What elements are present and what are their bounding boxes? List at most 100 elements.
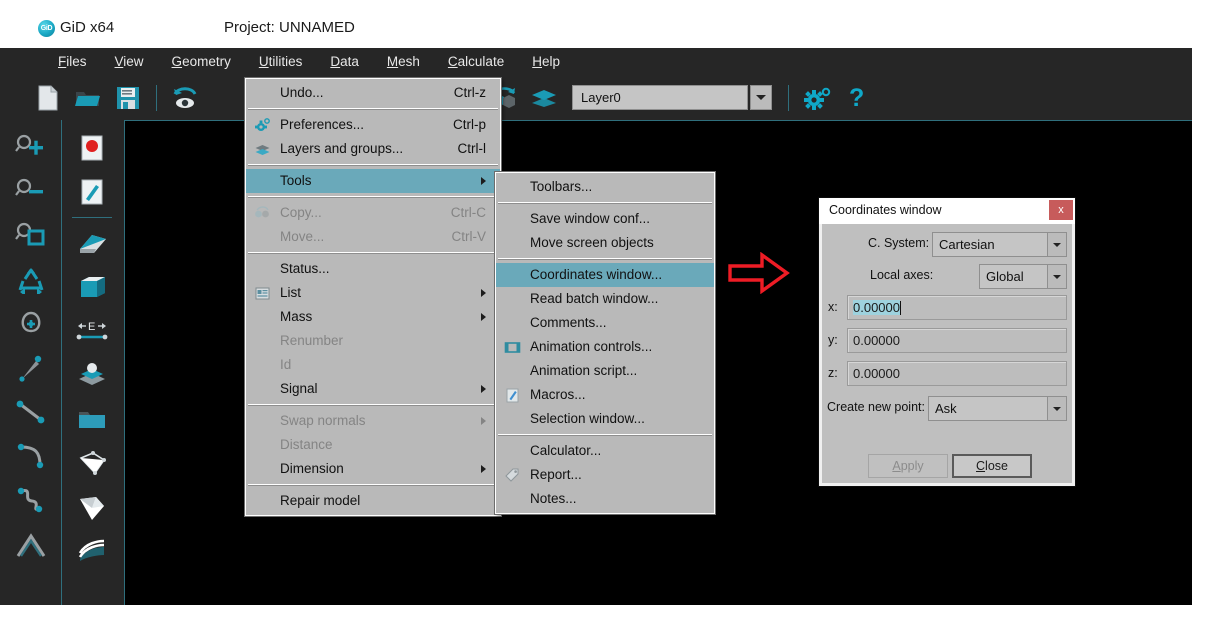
- tools-item-selection-window[interactable]: Selection window...: [496, 407, 714, 431]
- menu-item-tools[interactable]: Tools: [246, 169, 500, 193]
- preferences-gear-icon: [254, 117, 271, 134]
- undo-eye-icon[interactable]: [165, 80, 205, 116]
- create-new-point-chevron-down-icon[interactable]: [1047, 396, 1067, 421]
- tools-item-coordinates-window[interactable]: Coordinates window...: [496, 263, 714, 287]
- tools-item-animation-controls[interactable]: Animation controls...: [496, 335, 714, 359]
- mesh-solid-icon[interactable]: [69, 485, 115, 529]
- layers-icon[interactable]: [524, 80, 564, 116]
- localaxes-chevron-down-icon[interactable]: [1047, 264, 1067, 289]
- menubar-item-help[interactable]: Help: [518, 48, 574, 76]
- gear-degree-icon[interactable]: [797, 80, 837, 116]
- tools-item-comments[interactable]: Comments...: [496, 311, 714, 335]
- create-new-point-label: Create new point:: [827, 400, 925, 414]
- menubar-item-geometry[interactable]: Geometry: [158, 48, 245, 76]
- menu-item-signal[interactable]: Signal: [246, 377, 500, 401]
- menu-item-label: Id: [280, 357, 292, 372]
- tools-item-calculator[interactable]: Calculator...: [496, 439, 714, 463]
- menu-item-repair-model[interactable]: Repair model: [246, 489, 500, 513]
- create-new-point-select[interactable]: Ask: [928, 396, 1067, 421]
- menu-item-id: Id: [246, 353, 500, 377]
- contour-surface-icon[interactable]: [69, 353, 115, 397]
- tools-submenu[interactable]: Toolbars... Save window conf... Move scree…: [494, 171, 716, 515]
- menu-bar: Files View Geometry Utilities Data Mesh Calcul…: [0, 48, 1192, 76]
- menubar-item-calculate[interactable]: Calculate: [434, 48, 518, 76]
- x-value: 0.00000: [853, 300, 900, 315]
- menu-item-label: Toolbars...: [530, 179, 593, 194]
- redraw-icon[interactable]: [8, 258, 54, 302]
- z-input[interactable]: 0.00000: [847, 361, 1067, 386]
- mesh-view-icon[interactable]: [69, 441, 115, 485]
- app-title: GiD x64: [60, 19, 115, 36]
- layer-select[interactable]: Layer0: [572, 85, 748, 110]
- menu-item-copy: Copy... Ctrl-C: [246, 201, 500, 225]
- menu-item-mass[interactable]: Mass: [246, 305, 500, 329]
- top-toolbar: Layer0 ?: [0, 76, 1192, 120]
- create-line-icon[interactable]: [8, 390, 54, 434]
- x-input[interactable]: 0.00000: [847, 295, 1067, 320]
- edit-pencil-icon[interactable]: [69, 170, 115, 214]
- dimension-icon[interactable]: E: [69, 309, 115, 353]
- nurbs-surface-icon[interactable]: [69, 221, 115, 265]
- open-folder-icon[interactable]: [68, 80, 108, 116]
- csystem-select[interactable]: Cartesian: [932, 232, 1067, 257]
- save-disk-icon[interactable]: [108, 80, 148, 116]
- menu-item-layers-and-groups[interactable]: Layers and groups... Ctrl-l: [246, 137, 500, 161]
- coordinates-window-dialog: Coordinates window x C. System: Cartesia…: [818, 197, 1076, 487]
- tools-item-report[interactable]: Report...: [496, 463, 714, 487]
- close-icon[interactable]: x: [1049, 200, 1073, 220]
- svg-text:?: ?: [849, 85, 864, 111]
- menubar-item-mesh[interactable]: Mesh: [373, 48, 434, 76]
- menu-item-label: Animation script...: [530, 363, 638, 378]
- menu-item-preferences[interactable]: Preferences... Ctrl-p: [246, 113, 500, 137]
- menu-item-label: Read batch window...: [530, 291, 659, 306]
- localaxes-select[interactable]: Global: [979, 264, 1067, 289]
- y-label: y:: [828, 333, 838, 347]
- create-polyline-icon[interactable]: [8, 522, 54, 566]
- left-toolbar-column-1: [0, 120, 61, 605]
- tools-item-notes[interactable]: Notes...: [496, 487, 714, 511]
- menu-separator: [498, 258, 712, 260]
- tools-item-toolbars[interactable]: Toolbars...: [496, 175, 714, 199]
- create-point-icon[interactable]: [8, 346, 54, 390]
- tools-item-animation-script[interactable]: Animation script...: [496, 359, 714, 383]
- csystem-value: Cartesian: [939, 237, 995, 252]
- menubar-item-data[interactable]: Data: [316, 48, 373, 76]
- menu-separator: [498, 434, 712, 436]
- menubar-item-files[interactable]: Files: [44, 48, 101, 76]
- create-nurbs-line-icon[interactable]: [8, 478, 54, 522]
- menu-item-label: Tools: [280, 173, 312, 188]
- menu-item-list[interactable]: List: [246, 281, 500, 305]
- open-folder-blue-icon[interactable]: [69, 397, 115, 441]
- tools-item-move-screen-objects[interactable]: Move screen objects: [496, 231, 714, 255]
- csystem-chevron-down-icon[interactable]: [1047, 232, 1067, 257]
- tools-item-read-batch-window[interactable]: Read batch window...: [496, 287, 714, 311]
- left-toolbar-column-2: E: [61, 120, 122, 605]
- menu-item-label: Selection window...: [530, 411, 645, 426]
- point-red-icon[interactable]: [69, 126, 115, 170]
- volume-icon[interactable]: [69, 265, 115, 309]
- tools-item-save-window-conf[interactable]: Save window conf...: [496, 207, 714, 231]
- menu-item-label: Undo...: [280, 85, 324, 100]
- new-file-icon[interactable]: [28, 80, 68, 116]
- zoom-window-icon[interactable]: [8, 214, 54, 258]
- menu-item-label: Calculator...: [530, 443, 602, 458]
- zoom-out-icon[interactable]: [8, 170, 54, 214]
- close-mnemonic: C: [976, 459, 986, 473]
- menu-item-status[interactable]: Status...: [246, 257, 500, 281]
- close-button[interactable]: Close: [952, 454, 1032, 478]
- layer-select-chevron-down-icon[interactable]: [750, 85, 772, 110]
- tools-item-macros[interactable]: Macros...: [496, 383, 714, 407]
- y-input[interactable]: 0.00000: [847, 328, 1067, 353]
- question-mark-icon[interactable]: ?: [837, 80, 877, 116]
- menubar-item-utilities[interactable]: Utilities: [245, 48, 317, 76]
- utilities-dropdown-menu[interactable]: Undo... Ctrl-z Preferences... Ctrl-p Layers …: [244, 77, 502, 517]
- results-icon[interactable]: [69, 529, 115, 573]
- menu-item-undo[interactable]: Undo... Ctrl-z: [246, 81, 500, 105]
- submenu-arrow-icon: [481, 465, 486, 473]
- menu-item-label: Mass: [280, 309, 313, 324]
- create-arc-icon[interactable]: [8, 434, 54, 478]
- menubar-item-view[interactable]: View: [101, 48, 158, 76]
- zoom-in-icon[interactable]: [8, 126, 54, 170]
- rotate-icon[interactable]: [8, 302, 54, 346]
- menu-item-dimension[interactable]: Dimension: [246, 457, 500, 481]
